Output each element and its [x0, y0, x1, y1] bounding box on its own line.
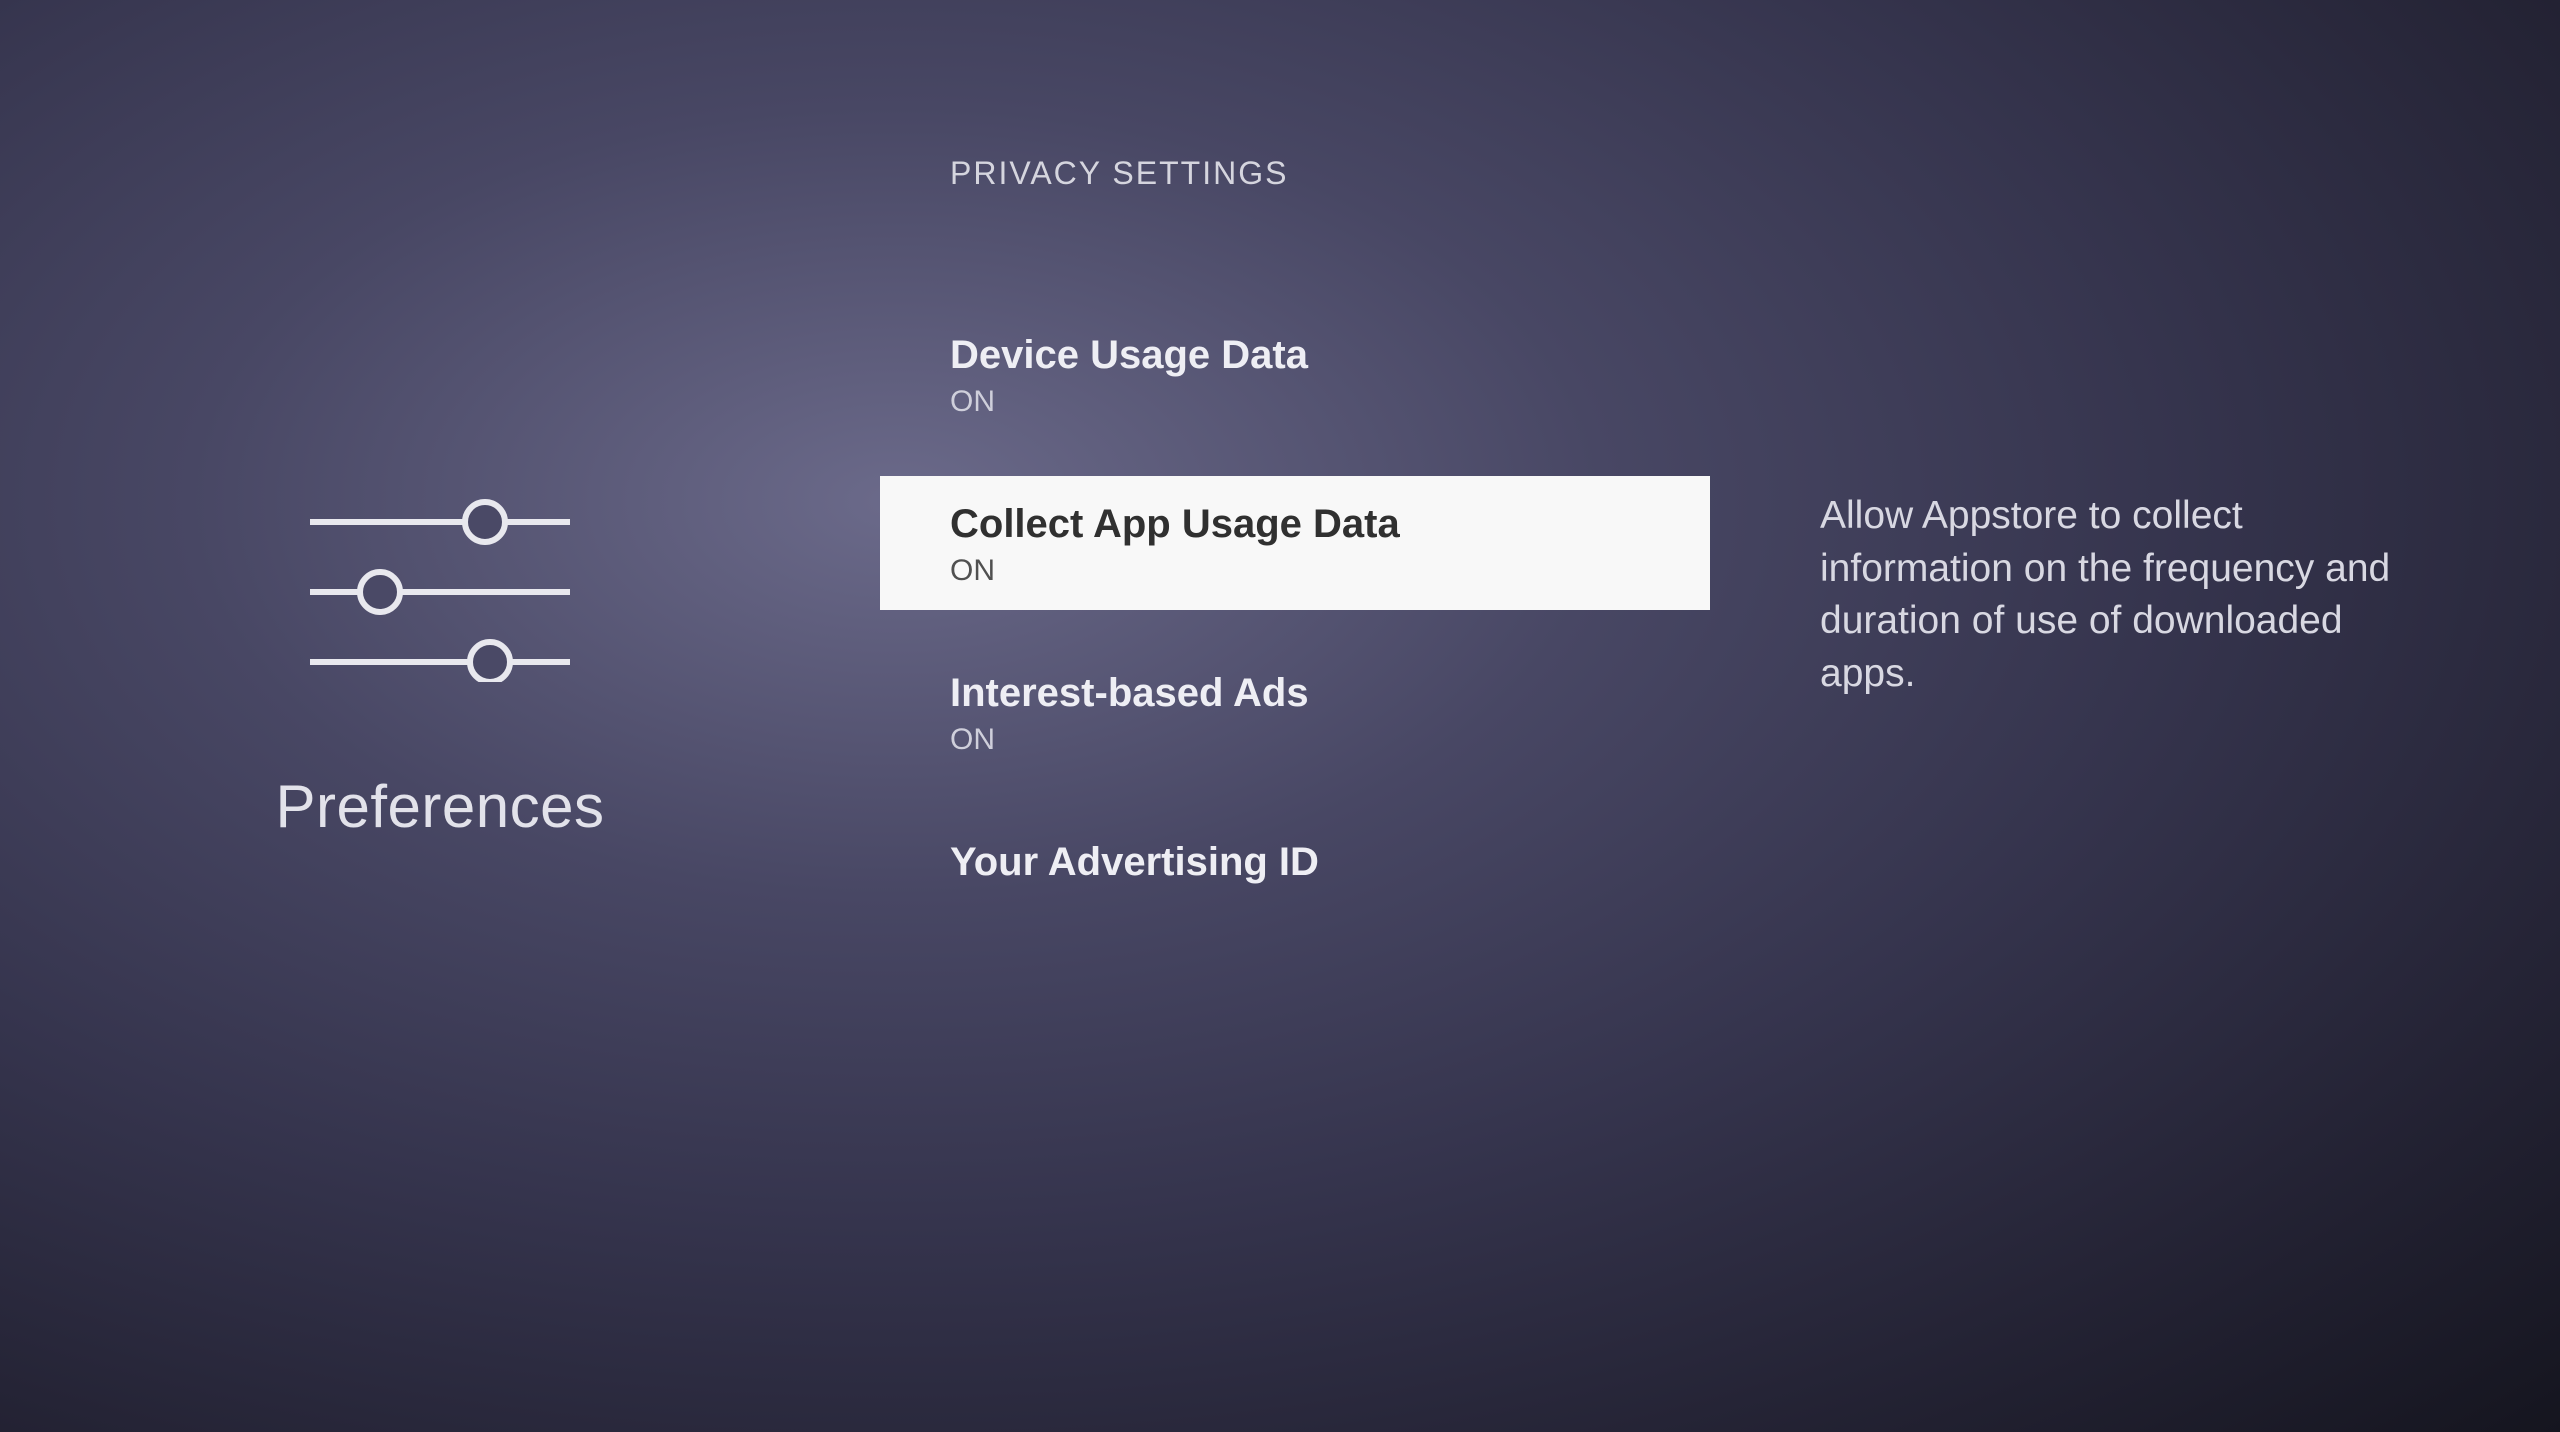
right-panel: Allow Appstore to collect information on…	[1710, 0, 2560, 1432]
left-panel: Preferences	[0, 0, 880, 1432]
menu-item-status: ON	[950, 723, 1640, 757]
menu-item-interest-based-ads[interactable]: Interest-based Ads ON	[880, 645, 1710, 779]
menu-item-status: ON	[950, 385, 1640, 419]
menu-item-title: Interest-based Ads	[950, 667, 1640, 719]
menu-item-your-advertising-id[interactable]: Your Advertising ID	[880, 814, 1710, 910]
menu-item-title: Your Advertising ID	[950, 836, 1640, 888]
sliders-icon	[300, 482, 580, 682]
menu-item-title: Device Usage Data	[950, 329, 1640, 381]
menu-item-collect-app-usage-data[interactable]: Collect App Usage Data ON	[880, 476, 1710, 610]
menu-item-device-usage-data[interactable]: Device Usage Data ON	[880, 307, 1710, 441]
item-description: Allow Appstore to collect information on…	[1820, 490, 2430, 701]
menu-item-title: Collect App Usage Data	[950, 498, 1640, 550]
middle-panel: PRIVACY SETTINGS Device Usage Data ON Co…	[880, 0, 1710, 1432]
menu-item-status: ON	[950, 554, 1640, 588]
panel-header: PRIVACY SETTINGS	[880, 155, 1710, 192]
section-title: Preferences	[276, 772, 605, 841]
